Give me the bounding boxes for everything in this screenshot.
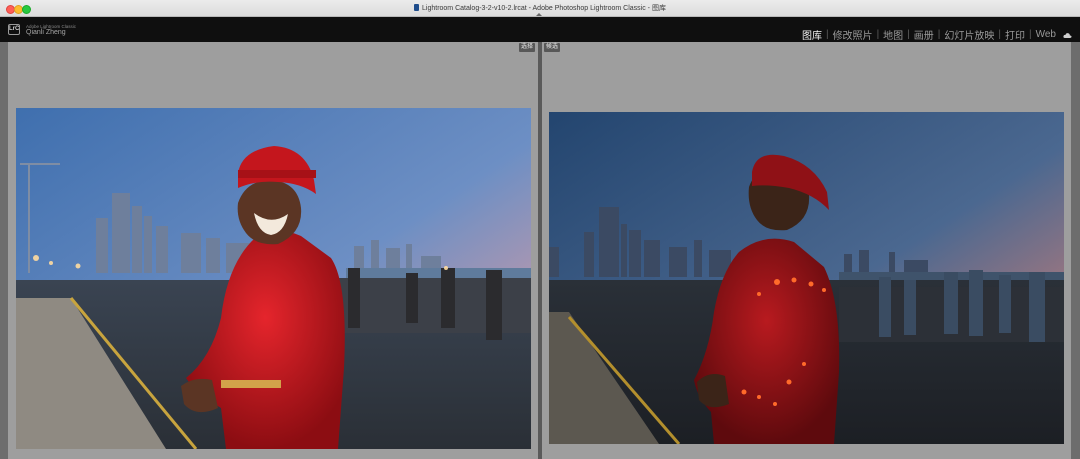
identity-plate-bar: LrC Adobe Lightroom Classic Qianli Zheng…	[0, 17, 1080, 42]
collapse-arrow-icon[interactable]	[536, 13, 542, 16]
user-name: Qianli Zheng	[26, 29, 66, 36]
module-print[interactable]: 打印	[1003, 27, 1027, 42]
candidate-photo[interactable]	[549, 112, 1064, 444]
module-separator: |	[1029, 29, 1032, 40]
module-library[interactable]: 图库	[800, 27, 824, 42]
module-separator: |	[876, 29, 880, 40]
module-separator: |	[825, 29, 829, 40]
module-develop[interactable]: 修改照片	[831, 27, 875, 42]
module-map[interactable]: 地图	[881, 27, 905, 42]
module-separator: |	[937, 29, 941, 40]
cloud-sync-icon[interactable]	[1063, 31, 1072, 38]
select-label: 选择	[519, 43, 536, 52]
module-picker: 图库 | 修改照片 | 地图 | 画册 | 幻灯片放映 | 打印 | Web	[800, 27, 1072, 42]
module-separator: |	[907, 29, 910, 40]
candidate-label: 候选	[544, 43, 561, 52]
select-photo[interactable]	[16, 108, 531, 449]
window-title-bar: Lightroom Catalog-3-2-v10-2.lrcat - Adob…	[0, 0, 1080, 17]
window-title-text: Lightroom Catalog-3-2-v10-2.lrcat - Adob…	[422, 5, 666, 12]
doc-icon	[414, 4, 420, 11]
module-separator: |	[998, 29, 1001, 40]
right-panel-edge[interactable]	[1071, 42, 1080, 459]
window-title: Lightroom Catalog-3-2-v10-2.lrcat - Adob…	[0, 3, 1080, 13]
module-slideshow[interactable]: 幻灯片放映	[942, 27, 996, 42]
module-web[interactable]: Web	[1034, 29, 1058, 40]
left-panel-edge[interactable]	[0, 42, 8, 459]
lrc-logo-icon: LrC	[8, 24, 20, 35]
module-book[interactable]: 画册	[912, 27, 936, 42]
